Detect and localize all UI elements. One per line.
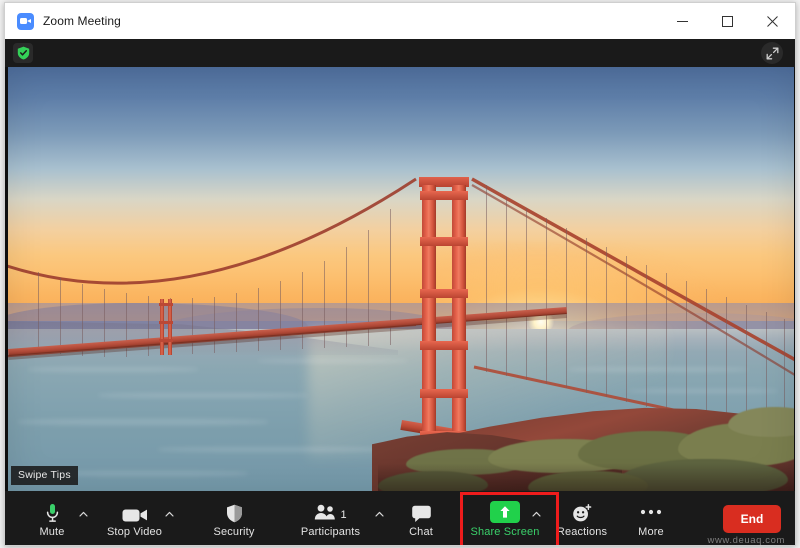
participants-count: 1 <box>340 508 347 521</box>
shield-icon <box>226 504 242 522</box>
screenshot-root: Zoom Meeting Swipe Tips Mute Stop Video … <box>0 0 800 548</box>
video-stage: Swipe Tips <box>5 39 795 491</box>
toolbar-item-stop-video[interactable]: Stop Video <box>102 491 167 545</box>
window-controls <box>660 3 795 39</box>
cliff-shadow <box>378 463 794 491</box>
reactions-label: Reactions <box>556 525 608 538</box>
toolbar-item-security[interactable]: Security <box>203 491 265 545</box>
photo-layers <box>8 67 794 491</box>
security-label: Security <box>213 525 255 538</box>
chevron-up-icon <box>375 511 384 517</box>
maximize-icon <box>722 15 733 27</box>
security-icon-wrap <box>226 501 243 523</box>
stop-video-label: Stop Video <box>106 525 163 538</box>
reactions-icon-wrap <box>572 501 592 523</box>
watermark-text: www.deuaq.com <box>707 535 785 546</box>
participants-options-caret[interactable] <box>373 507 386 520</box>
microphone-icon <box>46 503 58 522</box>
video-camera-icon <box>122 509 147 521</box>
ellipsis-icon <box>640 509 662 514</box>
share-screen-label: Share Screen <box>470 525 540 538</box>
expand-fullscreen-icon <box>766 47 778 59</box>
toolbar-item-reactions[interactable]: Reactions <box>550 491 614 545</box>
chat-label: Chat <box>409 525 433 538</box>
people-icon <box>315 504 336 519</box>
participant-video-feed <box>8 67 794 491</box>
water-streak <box>568 367 748 372</box>
share-icon-wrap <box>490 500 520 523</box>
close-button[interactable] <box>750 3 795 39</box>
water-streak <box>258 359 408 363</box>
stage-top-bar <box>5 39 795 67</box>
window-title: Zoom Meeting <box>43 14 121 28</box>
minimize-button[interactable] <box>660 3 705 39</box>
zoom-logo-icon <box>17 12 34 30</box>
chevron-up-icon <box>165 511 174 517</box>
more-label: More <box>638 525 664 538</box>
chevron-up-icon <box>79 511 88 517</box>
water-streak <box>18 419 268 425</box>
share-options-caret[interactable] <box>530 507 543 520</box>
mute-icon-wrap <box>46 501 59 523</box>
toolbar-item-more[interactable]: More <box>627 491 675 545</box>
water-streak <box>98 393 308 398</box>
shrub <box>728 407 794 437</box>
titlebar-left-group: Zoom Meeting <box>5 12 121 30</box>
video-options-caret[interactable] <box>163 507 176 520</box>
more-icon-wrap <box>640 501 662 523</box>
mute-options-caret[interactable] <box>77 507 90 520</box>
video-icon-wrap <box>122 501 148 523</box>
mute-label: Mute <box>39 525 65 538</box>
close-icon <box>767 15 778 27</box>
foreground-cliff <box>372 387 794 491</box>
chat-bubble-icon <box>411 505 431 522</box>
participants-label: Participants <box>300 525 361 538</box>
zoom-meeting-window: Zoom Meeting Swipe Tips Mute Stop Video … <box>4 2 796 546</box>
smiley-plus-icon <box>573 503 592 521</box>
toolbar-item-chat[interactable]: Chat <box>397 491 445 545</box>
participants-icon-wrap: 1 <box>314 501 347 523</box>
water-streak <box>48 471 248 476</box>
meeting-security-badge[interactable] <box>13 43 33 63</box>
share-arrow-up-icon <box>500 505 510 518</box>
enter-fullscreen-button[interactable] <box>761 42 783 64</box>
chevron-up-icon <box>532 511 541 517</box>
maximize-button[interactable] <box>705 3 750 39</box>
toolbar-item-mute[interactable]: Mute <box>27 491 77 545</box>
water-streak <box>158 447 388 452</box>
minimize-icon <box>677 20 688 22</box>
water-streak <box>28 367 198 372</box>
shield-check-icon <box>17 46 29 60</box>
chat-icon-wrap <box>411 501 431 523</box>
end-meeting-button[interactable]: End <box>723 505 781 533</box>
meeting-toolbar: Mute Stop Video Security 1 Participants … <box>5 491 795 546</box>
share-green-box <box>490 500 520 523</box>
window-titlebar: Zoom Meeting <box>5 3 795 39</box>
toolbar-item-participants[interactable]: 1 Participants <box>293 491 368 545</box>
swipe-tips-chip[interactable]: Swipe Tips <box>11 466 78 485</box>
